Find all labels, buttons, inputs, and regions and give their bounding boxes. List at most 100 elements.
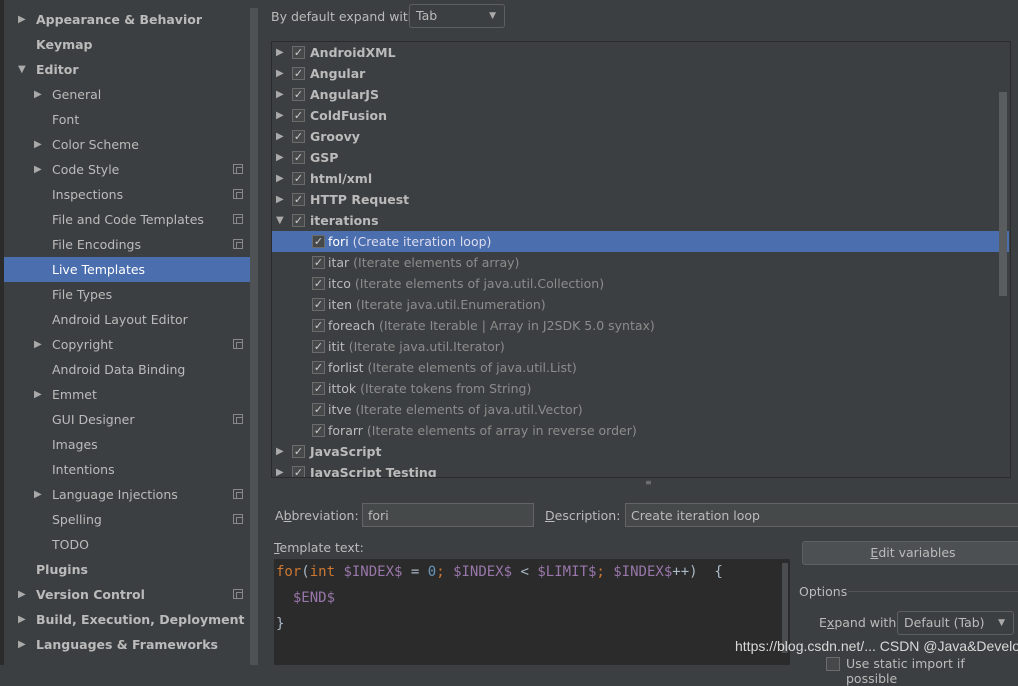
sidebar-item[interactable]: ▶ Code Style [4, 157, 250, 182]
chevron-down-icon[interactable]: ▼ [276, 210, 284, 231]
chevron-right-icon[interactable]: ▶ [276, 126, 284, 147]
template-group[interactable]: ▼ ✓ iterations [272, 210, 1009, 231]
chevron-right-icon[interactable]: ▶ [276, 105, 284, 126]
sidebar-item[interactable]: ▶ Copyright [4, 332, 250, 357]
sidebar-item[interactable]: File and Code Templates [4, 207, 250, 232]
enabled-checkbox[interactable]: ✓ [312, 256, 325, 269]
chevron-right-icon[interactable]: ▶ [276, 462, 284, 477]
sidebar-item[interactable]: ▶ Version Control [4, 582, 250, 607]
template-item[interactable]: ✓ ittok (Iterate tokens from String) [272, 378, 1009, 399]
template-group[interactable]: ▶ ✓ GSP [272, 147, 1009, 168]
enabled-checkbox[interactable]: ✓ [312, 382, 325, 395]
sidebar-item[interactable]: ▶ Emmet [4, 382, 250, 407]
sidebar-item[interactable]: ▶ General [4, 82, 250, 107]
template-item[interactable]: ✓ foreach (Iterate Iterable | Array in J2… [272, 315, 1009, 336]
sidebar-item[interactable]: ▶ Color Scheme [4, 132, 250, 157]
enabled-checkbox[interactable]: ✓ [292, 130, 305, 143]
enabled-checkbox[interactable]: ✓ [292, 172, 305, 185]
enabled-checkbox[interactable]: ✓ [292, 88, 305, 101]
chevron-right-icon[interactable]: ▶ [18, 7, 26, 32]
sidebar-item[interactable]: Android Layout Editor [4, 307, 250, 332]
enabled-checkbox[interactable]: ✓ [312, 298, 325, 311]
enabled-checkbox[interactable]: ✓ [292, 214, 305, 227]
enabled-checkbox[interactable]: ✓ [292, 445, 305, 458]
chevron-right-icon[interactable]: ▶ [18, 607, 26, 632]
abbreviation-input[interactable] [362, 503, 534, 527]
enabled-checkbox[interactable]: ✓ [312, 403, 325, 416]
description-input[interactable] [625, 503, 1018, 527]
chevron-right-icon[interactable]: ▶ [276, 441, 284, 462]
sidebar-item[interactable]: Live Templates [4, 257, 250, 282]
enabled-checkbox[interactable]: ✓ [312, 361, 325, 374]
chevron-right-icon[interactable]: ▶ [276, 168, 284, 189]
sidebar-item[interactable]: Font [4, 107, 250, 132]
tree-scrollbar[interactable] [999, 92, 1007, 296]
enabled-checkbox[interactable]: ✓ [292, 151, 305, 164]
enabled-checkbox[interactable]: ✓ [292, 109, 305, 122]
sidebar-item[interactable]: ▶ Language Injections [4, 482, 250, 507]
chevron-right-icon[interactable]: ▶ [18, 582, 26, 607]
chevron-right-icon[interactable]: ▶ [18, 632, 26, 657]
sidebar-item[interactable]: Inspections [4, 182, 250, 207]
chevron-down-icon[interactable]: ▼ [18, 57, 26, 82]
template-text-editor[interactable]: for(int $INDEX$ = 0; $INDEX$ < $LIMIT$; … [274, 559, 790, 665]
chevron-right-icon[interactable]: ▶ [34, 382, 42, 407]
default-expand-select[interactable]: Tab ▼ [409, 4, 505, 28]
sidebar-item[interactable]: GUI Designer [4, 407, 250, 432]
sidebar-item[interactable]: ▼ Editor [4, 57, 250, 82]
sidebar-item[interactable]: Keymap [4, 32, 250, 57]
template-group[interactable]: ▶ ✓ Angular [272, 63, 1009, 84]
enabled-checkbox[interactable]: ✓ [312, 277, 325, 290]
chevron-right-icon[interactable]: ▶ [34, 482, 42, 507]
template-item[interactable]: ✓ itit (Iterate java.util.Iterator) [272, 336, 1009, 357]
chevron-right-icon[interactable]: ▶ [276, 42, 284, 63]
sidebar-item[interactable]: TODO [4, 532, 250, 557]
sidebar-item[interactable]: ▶ Build, Execution, Deployment [4, 607, 250, 632]
sidebar-item[interactable]: Intentions [4, 457, 250, 482]
sidebar-item[interactable]: File Types [4, 282, 250, 307]
chevron-right-icon[interactable]: ▶ [276, 63, 284, 84]
chevron-right-icon[interactable]: ▶ [34, 82, 42, 107]
sidebar-item[interactable]: File Encodings [4, 232, 250, 257]
chevron-right-icon[interactable]: ▶ [34, 157, 42, 182]
template-item[interactable]: ✓ fori (Create iteration loop) [272, 231, 1009, 252]
sidebar-item[interactable]: ▶ Appearance & Behavior [4, 7, 250, 32]
enabled-checkbox[interactable]: ✓ [312, 319, 325, 332]
chevron-right-icon[interactable]: ▶ [276, 189, 284, 210]
template-group[interactable]: ▶ ✓ JavaScript [272, 441, 1009, 462]
expand-with-select[interactable]: Default (Tab) ▼ [897, 611, 1014, 635]
enabled-checkbox[interactable]: ✓ [292, 466, 305, 477]
chevron-right-icon[interactable]: ▶ [276, 84, 284, 105]
sidebar-item[interactable]: Spelling [4, 507, 250, 532]
chevron-right-icon[interactable]: ▶ [276, 147, 284, 168]
template-item[interactable]: ✓ iten (Iterate java.util.Enumeration) [272, 294, 1009, 315]
enabled-checkbox[interactable]: ✓ [292, 46, 305, 59]
sidebar-item[interactable]: Plugins [4, 557, 250, 582]
template-group[interactable]: ▶ ✓ Groovy [272, 126, 1009, 147]
template-group[interactable]: ▶ ✓ AngularJS [272, 84, 1009, 105]
chevron-right-icon[interactable]: ▶ [34, 132, 42, 157]
template-group[interactable]: ▶ ✓ AndroidXML [272, 42, 1009, 63]
enabled-checkbox[interactable]: ✓ [292, 67, 305, 80]
splitter-handle[interactable]: ≡ [645, 478, 652, 487]
template-group[interactable]: ▶ ✓ html/xml [272, 168, 1009, 189]
sidebar-scrollbar[interactable] [250, 8, 258, 665]
template-item[interactable]: ✓ itar (Iterate elements of array) [272, 252, 1009, 273]
sidebar-item[interactable]: Android Data Binding [4, 357, 250, 382]
sidebar-item[interactable]: ▶ Languages & Frameworks [4, 632, 250, 657]
enabled-checkbox[interactable]: ✓ [312, 424, 325, 437]
template-item[interactable]: ✓ itco (Iterate elements of java.util.Col… [272, 273, 1009, 294]
sidebar-item[interactable]: Images [4, 432, 250, 457]
template-group[interactable]: ▶ ✓ ColdFusion [272, 105, 1009, 126]
template-item[interactable]: ✓ itve (Iterate elements of java.util.Vec… [272, 399, 1009, 420]
chevron-right-icon[interactable]: ▶ [34, 332, 42, 357]
enabled-checkbox[interactable]: ✓ [312, 235, 325, 248]
template-item[interactable]: ✓ forlist (Iterate elements of java.util.… [272, 357, 1009, 378]
static-import-checkbox[interactable] [826, 657, 840, 671]
template-item[interactable]: ✓ forarr (Iterate elements of array in re… [272, 420, 1009, 441]
edit-variables-button[interactable]: Edit variables [802, 541, 1018, 565]
template-group[interactable]: ▶ ✓ JavaScript Testing [272, 462, 1009, 477]
enabled-checkbox[interactable]: ✓ [312, 340, 325, 353]
template-group[interactable]: ▶ ✓ HTTP Request [272, 189, 1009, 210]
enabled-checkbox[interactable]: ✓ [292, 193, 305, 206]
